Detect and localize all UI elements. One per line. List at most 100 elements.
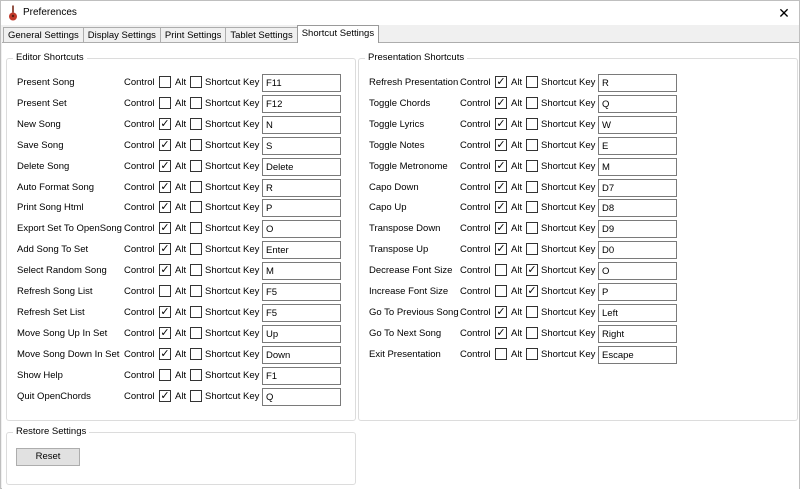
- alt-label: Alt: [511, 118, 523, 130]
- shortcut-key-field[interactable]: O: [262, 220, 341, 239]
- control-checkbox[interactable]: ✓: [495, 243, 507, 256]
- control-checkbox[interactable]: ✓: [495, 222, 507, 235]
- control-checkbox[interactable]: ✓: [495, 96, 507, 109]
- control-checkbox[interactable]: ✓: [159, 389, 171, 402]
- control-checkbox[interactable]: ✓: [159, 117, 171, 130]
- alt-checkbox[interactable]: [526, 117, 538, 130]
- shortcut-key-field[interactable]: D0: [598, 241, 677, 260]
- control-checkbox[interactable]: ✓: [495, 117, 507, 130]
- alt-checkbox[interactable]: [526, 96, 538, 109]
- shortcut-key-field[interactable]: W: [598, 115, 677, 134]
- shortcut-key-field[interactable]: D9: [598, 220, 677, 239]
- alt-checkbox[interactable]: [526, 326, 538, 339]
- alt-checkbox[interactable]: [526, 180, 538, 193]
- alt-checkbox[interactable]: [190, 326, 202, 339]
- alt-checkbox[interactable]: [526, 159, 538, 172]
- control-checkbox[interactable]: ✓: [159, 347, 171, 360]
- shortcut-key-field[interactable]: F12: [262, 94, 341, 113]
- shortcut-key-field[interactable]: M: [262, 262, 341, 281]
- control-checkbox[interactable]: ✓: [495, 76, 507, 88]
- tab-print-settings[interactable]: Print Settings: [159, 27, 227, 43]
- shortcut-key-field[interactable]: Down: [262, 345, 341, 364]
- alt-checkbox[interactable]: [190, 180, 202, 193]
- control-checkbox[interactable]: [159, 96, 171, 109]
- alt-checkbox[interactable]: [190, 222, 202, 235]
- tab-display-settings[interactable]: Display Settings: [82, 27, 161, 43]
- control-checkbox[interactable]: ✓: [159, 159, 171, 172]
- control-checkbox[interactable]: [495, 285, 507, 297]
- alt-checkbox[interactable]: [190, 138, 202, 151]
- shortcut-key-field[interactable]: Q: [598, 94, 677, 113]
- shortcut-key-field[interactable]: P: [262, 199, 341, 218]
- control-checkbox[interactable]: ✓: [159, 264, 171, 277]
- tab-general-settings[interactable]: General Settings: [3, 27, 84, 43]
- alt-checkbox[interactable]: [190, 389, 202, 402]
- alt-checkbox[interactable]: [526, 222, 538, 235]
- shortcut-key-field[interactable]: N: [262, 115, 341, 134]
- alt-checkbox[interactable]: [190, 159, 202, 172]
- shortcut-key-field[interactable]: S: [262, 136, 341, 155]
- control-checkbox[interactable]: ✓: [495, 180, 507, 193]
- alt-checkbox[interactable]: ✓: [526, 285, 538, 297]
- shortcut-key-field[interactable]: M: [598, 157, 677, 176]
- control-checkbox[interactable]: ✓: [495, 138, 507, 151]
- alt-checkbox[interactable]: [190, 368, 202, 381]
- shortcut-key-field[interactable]: E: [598, 136, 677, 155]
- shortcut-key-field[interactable]: F11: [262, 74, 341, 92]
- shortcut-key-field[interactable]: Q: [262, 387, 341, 406]
- reset-button[interactable]: Reset: [16, 448, 80, 466]
- alt-checkbox[interactable]: [526, 305, 538, 318]
- shortcut-key-field[interactable]: P: [598, 283, 677, 301]
- control-checkbox[interactable]: ✓: [159, 326, 171, 339]
- shortcut-key-field[interactable]: R: [598, 74, 677, 92]
- control-checkbox[interactable]: [159, 76, 171, 88]
- alt-checkbox[interactable]: [190, 347, 202, 360]
- shortcut-key-field[interactable]: F5: [262, 303, 341, 322]
- control-checkbox[interactable]: ✓: [159, 180, 171, 193]
- shortcut-key-label: Shortcut Key: [205, 160, 260, 172]
- tab-tablet-settings[interactable]: Tablet Settings: [225, 27, 298, 43]
- alt-checkbox[interactable]: [526, 76, 538, 88]
- alt-checkbox[interactable]: [190, 201, 202, 214]
- alt-checkbox[interactable]: [526, 347, 538, 360]
- control-checkbox[interactable]: ✓: [495, 201, 507, 214]
- tab-shortcut-settings[interactable]: Shortcut Settings: [296, 25, 380, 43]
- close-button[interactable]: ✕: [769, 1, 799, 25]
- control-checkbox[interactable]: ✓: [159, 305, 171, 318]
- shortcut-key-field[interactable]: D7: [598, 178, 677, 197]
- alt-checkbox[interactable]: [526, 201, 538, 214]
- shortcut-key-field[interactable]: Delete: [262, 157, 341, 176]
- alt-checkbox[interactable]: [190, 264, 202, 277]
- shortcut-name: Go To Next Song: [369, 327, 442, 339]
- control-checkbox[interactable]: ✓: [495, 305, 507, 318]
- control-checkbox[interactable]: ✓: [159, 243, 171, 256]
- control-checkbox[interactable]: ✓: [495, 326, 507, 339]
- control-checkbox[interactable]: [159, 368, 171, 381]
- control-checkbox[interactable]: [495, 264, 507, 277]
- alt-checkbox[interactable]: ✓: [526, 264, 538, 277]
- shortcut-key-field[interactable]: F1: [262, 366, 341, 385]
- shortcut-key-field[interactable]: O: [598, 262, 677, 281]
- control-checkbox[interactable]: ✓: [159, 201, 171, 214]
- alt-checkbox[interactable]: [190, 76, 202, 88]
- control-checkbox[interactable]: ✓: [159, 222, 171, 235]
- alt-checkbox[interactable]: [526, 138, 538, 151]
- alt-checkbox[interactable]: [526, 243, 538, 256]
- control-checkbox[interactable]: [495, 347, 507, 360]
- shortcut-key-field[interactable]: R: [262, 178, 341, 197]
- shortcut-key-field[interactable]: F5: [262, 283, 341, 301]
- shortcut-key-field[interactable]: D8: [598, 199, 677, 218]
- alt-checkbox[interactable]: [190, 117, 202, 130]
- control-checkbox[interactable]: ✓: [159, 138, 171, 151]
- control-checkbox[interactable]: [159, 285, 171, 297]
- control-checkbox[interactable]: ✓: [495, 159, 507, 172]
- shortcut-key-field[interactable]: Right: [598, 324, 677, 343]
- alt-checkbox[interactable]: [190, 285, 202, 297]
- shortcut-key-field[interactable]: Enter: [262, 241, 341, 260]
- alt-checkbox[interactable]: [190, 305, 202, 318]
- alt-checkbox[interactable]: [190, 243, 202, 256]
- shortcut-key-field[interactable]: Up: [262, 324, 341, 343]
- shortcut-key-field[interactable]: Left: [598, 303, 677, 322]
- shortcut-key-field[interactable]: Escape: [598, 345, 677, 364]
- alt-checkbox[interactable]: [190, 96, 202, 109]
